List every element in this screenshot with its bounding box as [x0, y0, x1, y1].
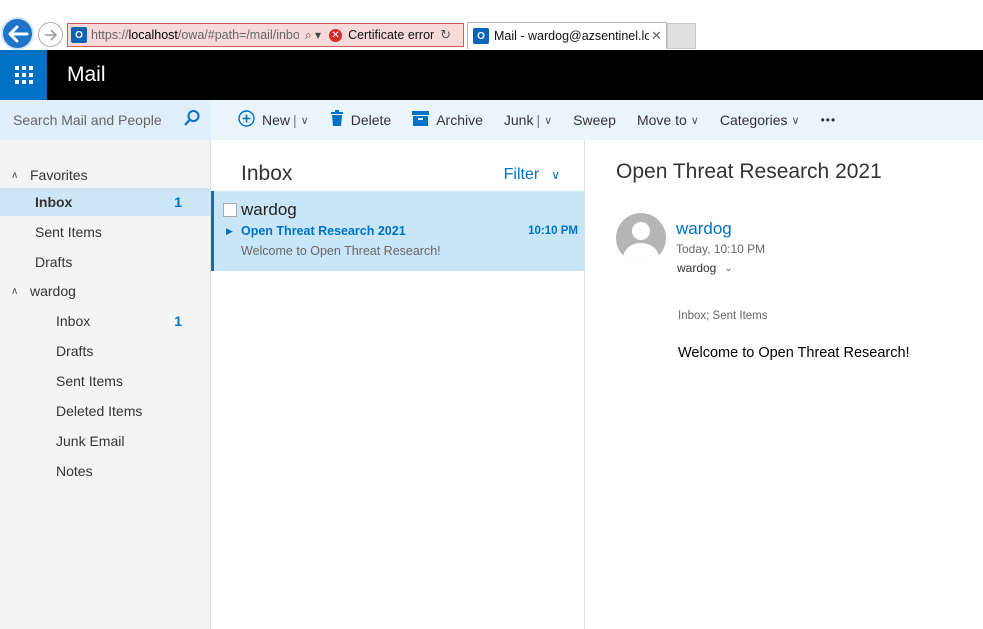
trash-icon — [330, 110, 344, 130]
outlook-favicon-icon: O — [71, 27, 87, 43]
message-sender: wardog — [241, 200, 297, 219]
more-commands-button[interactable]: ••• — [821, 113, 837, 127]
categories-button[interactable]: Categories ∨ — [720, 112, 800, 128]
recipient-name: wardog — [677, 261, 717, 275]
tab-title: Mail - wardog@azsentinel.local — [494, 29, 649, 43]
search-dropdown-icon[interactable]: ⌕ ▾ — [305, 28, 321, 43]
move-to-label: Move to — [636, 112, 687, 128]
expand-recipients-icon[interactable]: ⌄ — [724, 263, 732, 274]
favorites-header[interactable]: ∧ Favorites — [11, 165, 88, 185]
select-checkbox[interactable] — [223, 203, 237, 217]
folder-favorites-sent-items[interactable]: Sent Items — [0, 218, 210, 246]
folder-label: Drafts — [35, 254, 73, 270]
folder-label: Notes — [56, 463, 93, 479]
plus-circle-icon — [238, 109, 255, 131]
search-box[interactable]: Search Mail and People — [0, 100, 211, 140]
new-tab-button[interactable] — [667, 23, 696, 49]
folder-label: Sent Items — [35, 224, 102, 240]
reading-pane: Open Threat Research 2021 wardog Today, … — [586, 140, 983, 629]
chevron-up-icon: ∧ — [11, 285, 19, 297]
divider: | — [536, 112, 541, 128]
certificate-error-icon: ✕ — [329, 28, 343, 42]
folder-junk-email[interactable]: Junk Email — [0, 427, 210, 455]
delete-label: Delete — [350, 112, 392, 128]
message-list: Inbox Filter ∨ wardog ▶ Open Threat Rese… — [211, 140, 585, 629]
app-launcher-icon[interactable] — [0, 50, 47, 100]
forward-arrow-icon — [44, 28, 57, 41]
refresh-icon[interactable]: ↻ — [440, 27, 451, 43]
message-body: Welcome to Open Threat Research! — [678, 345, 910, 361]
toolbar: New | ∨ Delete Archive Junk | ∨ Sweep Mo… — [238, 100, 857, 140]
new-button[interactable]: New | ∨ — [238, 109, 309, 131]
folder-favorites-inbox[interactable]: Inbox 1 — [0, 188, 210, 216]
back-button[interactable] — [1, 17, 34, 50]
unread-count: 1 — [174, 194, 182, 210]
divider: | — [293, 112, 297, 128]
forward-button[interactable] — [38, 22, 63, 47]
folder-label: Deleted Items — [56, 403, 143, 419]
browser-chrome: O https://localhost/owa/#path=/mail/inbo… — [0, 0, 983, 50]
close-tab-icon[interactable]: ✕ — [651, 28, 662, 44]
chevron-up-icon: ∧ — [11, 169, 19, 181]
avatar[interactable] — [616, 213, 666, 263]
folder-inbox[interactable]: Inbox 1 — [0, 307, 210, 335]
move-to-button[interactable]: Move to ∨ — [637, 112, 699, 128]
junk-button[interactable]: Junk | ∨ — [504, 112, 552, 128]
chevron-down-icon: ∨ — [551, 168, 560, 182]
folder-favorites-drafts[interactable]: Drafts — [0, 248, 210, 276]
search-icon[interactable] — [183, 109, 211, 132]
message-time: 10:10 PM — [528, 225, 578, 237]
new-label: New — [262, 112, 291, 128]
archive-icon — [412, 110, 430, 130]
app-title: Mail — [67, 63, 106, 86]
recipient[interactable]: wardog ⌄ — [677, 261, 733, 275]
unread-count: 1 — [174, 313, 182, 329]
folder-pane: ∧ Favorites Inbox 1 Sent Items Drafts ∧ … — [0, 140, 211, 629]
filter-label: Filter — [503, 166, 540, 183]
outlook-favicon-icon: O — [473, 28, 489, 44]
folder-drafts[interactable]: Drafts — [0, 337, 210, 365]
sent-date: Today, 10:10 PM — [676, 242, 766, 256]
sweep-label: Sweep — [573, 112, 616, 128]
reading-subject: Open Threat Research 2021 — [616, 160, 882, 183]
search-input[interactable]: Search Mail and People — [13, 112, 183, 128]
list-title: Inbox — [241, 162, 293, 185]
sender-name[interactable]: wardog — [676, 219, 732, 239]
folder-notes[interactable]: Notes — [0, 457, 210, 485]
folder-label: Inbox — [35, 194, 73, 210]
archive-label: Archive — [436, 112, 483, 128]
more-icon: ••• — [820, 113, 837, 127]
chevron-down-icon: ∨ — [690, 114, 699, 127]
browser-tab[interactable]: O Mail - wardog@azsentinel.local ✕ — [467, 22, 667, 49]
junk-label: Junk — [503, 112, 534, 128]
filter-button[interactable]: Filter ∨ — [504, 166, 560, 184]
chevron-down-icon[interactable]: ∨ — [544, 114, 552, 127]
message-subject: Open Threat Research 2021 — [241, 224, 406, 238]
certificate-error-label[interactable]: Certificate error — [348, 28, 434, 42]
folder-sent-items[interactable]: Sent Items — [0, 367, 210, 395]
expand-thread-icon[interactable]: ▶ — [226, 226, 233, 237]
chevron-down-icon[interactable]: ∨ — [301, 114, 309, 127]
message-folders: Inbox; Sent Items — [678, 310, 768, 322]
folder-label: Drafts — [56, 343, 94, 359]
folder-label: Junk Email — [56, 433, 125, 449]
command-bar: Search Mail and People New | ∨ Delete Ar… — [0, 100, 983, 140]
folder-label: Sent Items — [56, 373, 123, 389]
message-item[interactable]: wardog ▶ Open Threat Research 2021 10:10… — [211, 191, 585, 271]
categories-label: Categories — [719, 112, 788, 128]
sweep-button[interactable]: Sweep — [573, 112, 616, 128]
favorites-label: Favorites — [30, 167, 88, 183]
account-label: wardog — [30, 283, 76, 299]
back-arrow-icon — [8, 25, 28, 42]
folder-deleted-items[interactable]: Deleted Items — [0, 397, 210, 425]
app-header: Mail — [0, 50, 983, 100]
delete-button[interactable]: Delete — [330, 110, 391, 130]
account-header[interactable]: ∧ wardog — [11, 281, 76, 301]
archive-button[interactable]: Archive — [412, 110, 483, 130]
url-text[interactable]: https://localhost/owa/#path=/mail/inbox — [91, 28, 299, 42]
chevron-down-icon: ∨ — [791, 114, 800, 127]
message-preview: Welcome to Open Threat Research! — [241, 244, 441, 258]
folder-label: Inbox — [56, 313, 91, 329]
address-bar[interactable]: O https://localhost/owa/#path=/mail/inbo… — [67, 23, 464, 47]
